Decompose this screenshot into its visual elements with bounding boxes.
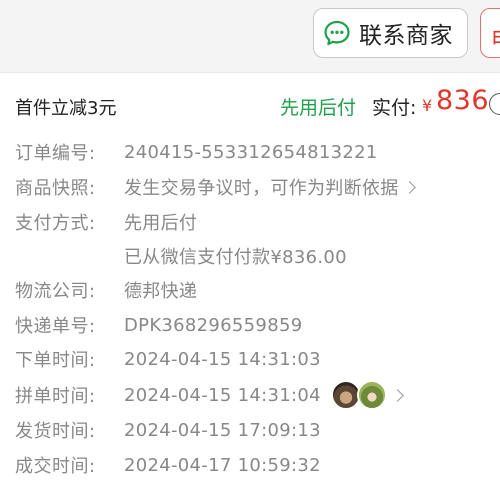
divider [0,72,500,73]
payment-method-value: 先用后付 [124,213,198,234]
order-time-label: 下单时间: [15,350,96,371]
order-number-label: 订单编号: [15,143,96,164]
ship-time-label: 发货时间: [15,421,96,442]
deal-time-label: 成交时间: [15,456,96,477]
group-time-row[interactable]: 拼单时间: 2024-04-15 14:31:04 [15,380,404,410]
order-action-bar: 联系商家 申 [0,0,500,72]
currency-symbol: ¥ [422,96,433,115]
order-time-row: 下单时间: 2024-04-15 14:31:03 [15,344,321,374]
order-detail-page: 联系商家 申 首件立减3元 先用后付 实付: ¥ 836 订单编号: 24041… [0,0,500,500]
pay-later-tag: 先用后付 [280,97,357,119]
avatar [356,380,387,410]
secondary-action-button[interactable]: 申 [480,8,500,58]
payment-detail-row: 已从微信支付付款¥836.00 [15,241,347,271]
tracking-value[interactable]: DPK368296559859 [124,315,302,336]
snapshot-value: 发生交易争议时，可作为判断依据 [124,178,399,199]
chevron-right-icon [402,180,416,194]
order-number-value: 240415-553312654813221 [124,141,378,163]
logistics-label: 物流公司: [15,281,96,302]
order-number-row: 订单编号: 240415-553312654813221 [15,137,378,167]
deal-time-row: 成交时间: 2024-04-17 10:59:32 [15,450,321,480]
snapshot-label: 商品快照: [15,178,96,199]
group-time-value: 2024-04-15 14:31:04 [124,384,321,406]
discount-text: 首件立减3元 [15,98,117,119]
snapshot-row[interactable]: 商品快照: 发生交易争议时，可作为判断依据 [15,172,416,202]
logistics-value: 德邦快递 [124,281,198,302]
group-members [330,380,387,410]
chat-bubble-icon [324,20,350,46]
payment-method-label: 支付方式: [15,213,96,234]
deal-time-value: 2024-04-17 10:59:32 [124,454,321,476]
ship-time-row: 发货时间: 2024-04-15 17:09:13 [15,415,321,445]
tracking-row: 快递单号: DPK368296559859 [15,310,302,340]
logistics-row: 物流公司: 德邦快递 [15,275,197,305]
payment-summary: 首件立减3元 先用后付 实付: ¥ 836 [0,85,500,126]
contact-merchant-button[interactable]: 联系商家 [313,8,468,58]
secondary-action-label: 申 [491,20,500,54]
order-time-value: 2024-04-15 14:31:03 [124,348,321,370]
tracking-label: 快递单号: [15,316,96,337]
actual-paid-amount: 836 [436,85,490,116]
payment-detail-value: 已从微信支付付款¥836.00 [124,247,347,268]
info-icon[interactable] [489,93,500,115]
contact-merchant-label: 联系商家 [359,23,453,49]
ship-time-value: 2024-04-15 17:09:13 [124,419,321,441]
actual-paid-label: 实付: [372,97,417,119]
payment-method-row: 支付方式: 先用后付 [15,207,197,237]
group-time-label: 拼单时间: [15,386,96,407]
chevron-right-icon [391,388,404,402]
